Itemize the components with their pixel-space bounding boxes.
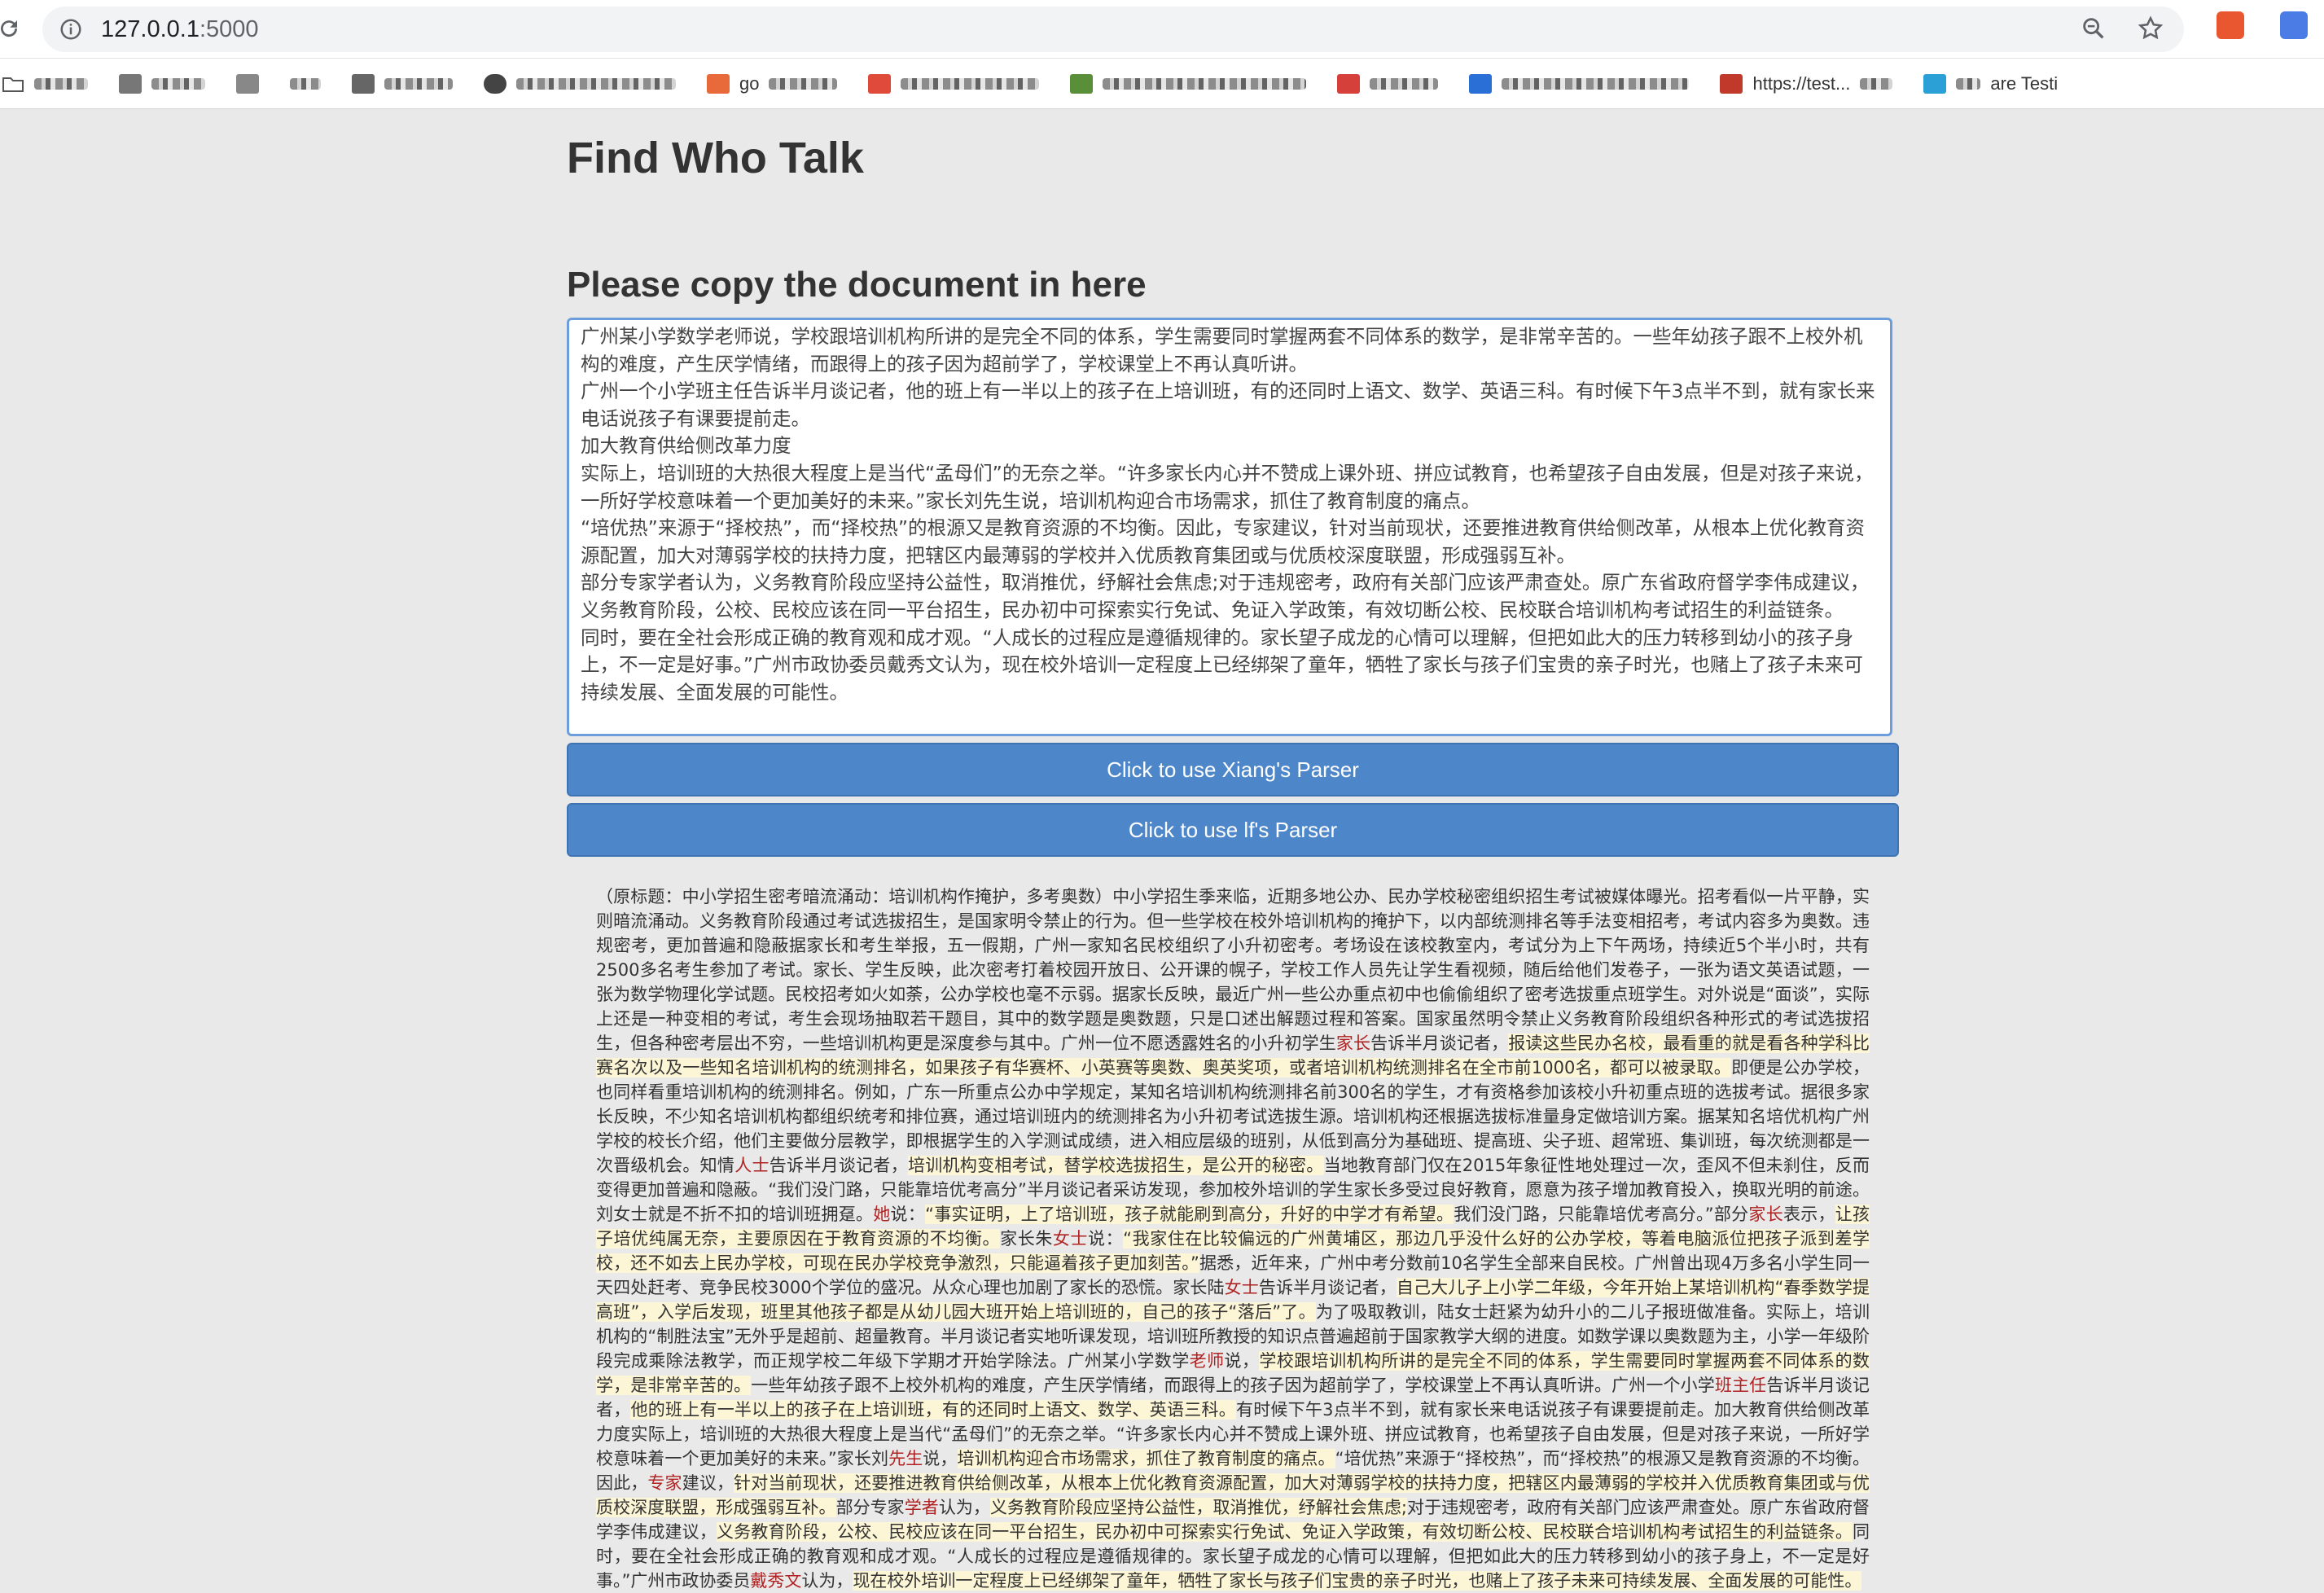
result-text: 说：: [1088, 1229, 1124, 1249]
bookmark-item[interactable]: [290, 68, 321, 100]
extension-shopping-icon[interactable]: [2217, 11, 2244, 39]
bookmarks-bar: go https://test... are Testi: [0, 59, 2324, 109]
info-icon[interactable]: [59, 17, 83, 42]
speaker-label: 老师: [1189, 1351, 1225, 1371]
reload-icon[interactable]: [0, 16, 21, 41]
address-bar[interactable]: 127.0.0.1:5000: [42, 7, 2184, 52]
quote-highlight: 培训机构变相考试，替学校选拔招生，是公开的秘密。: [907, 1156, 1324, 1175]
bookmark-item[interactable]: [1337, 68, 1439, 100]
document-line: 同时，要在全社会形成正确的教育观和成才观。“人成长的过程应是遵循规律的。家长望子…: [581, 625, 1863, 704]
document-line: 广州一个小学班主任告诉半月谈记者，他的班上有一半以上的孩子在上培训班，有的还同时…: [581, 380, 1875, 430]
speaker-label: 人士: [734, 1156, 770, 1175]
speaker-label: 她: [873, 1205, 891, 1224]
result-text: （原标题：中小学招生密考暗流涌动：培训机构作掩护，多考奥数）中小学招生季来临，近…: [596, 887, 1870, 1053]
speaker-label: 先生: [888, 1449, 923, 1468]
result-text: 部分专家: [835, 1498, 905, 1517]
speaker-label: 专家: [647, 1473, 682, 1493]
result-text: 说：: [890, 1205, 926, 1224]
bookmark-item[interactable]: [236, 68, 259, 100]
document-line: 加大教育供给侧改革力度: [581, 434, 791, 458]
speaker-label: 女士: [1052, 1229, 1089, 1249]
document-line: 实际上，培训班的大热很大程度上是当代“孟母们”的无奈之举。“许多家长内心并不赞成…: [581, 461, 1874, 512]
page-title: Find Who Talk: [567, 134, 864, 182]
document-line: 广州某小学数学老师说，学校跟培训机构所讲的是完全不同的体系，学生需要同时掌握两套…: [581, 325, 1863, 375]
page-subtitle: Please copy the document in here: [567, 265, 1147, 305]
result-text: 告诉半月谈记者，: [1258, 1278, 1397, 1297]
speaker-label: 女士: [1224, 1278, 1259, 1297]
extension-translate-icon[interactable]: [2280, 11, 2308, 39]
result-text: 一些年幼孩子跟不上校外机构的难度，产生厌学情绪，而跟得上的孩子因为超前学了，学校…: [751, 1376, 1715, 1395]
result-text: 认为，: [938, 1498, 990, 1517]
bookmark-item[interactable]: are Testi: [1923, 68, 2058, 100]
result-text: 告诉半月谈记者，: [1370, 1033, 1509, 1053]
bookmark-item[interactable]: [1469, 68, 1690, 100]
quote-highlight: 义务教育阶段应坚持公益性，取消推优，纾解社会焦虑;: [989, 1498, 1407, 1517]
main-content: Find Who Talk Please copy the document i…: [567, 111, 1899, 857]
bookmark-folder[interactable]: [2, 68, 88, 100]
url-text[interactable]: 127.0.0.1:5000: [101, 16, 259, 43]
parser-result: （原标题：中小学招生密考暗流涌动：培训机构作掩护，多考奥数）中小学招生季来临，近…: [596, 884, 1870, 1593]
result-text: 表示，: [1782, 1205, 1835, 1224]
speaker-label: 戴秀文: [750, 1571, 802, 1591]
quote-highlight: “事实证明，上了培训班，孩子就能刷到高分，升好的中学才有希望。: [925, 1205, 1454, 1224]
document-line: 部分专家学者认为，义务教育阶段应坚持公益性，取消推优，纾解社会焦虑;对于违规密考…: [581, 571, 1870, 621]
result-text: 告诉半月谈记者，: [769, 1156, 908, 1175]
quote-highlight: 他的班上有一半以上的孩子在上培训班，有的还同时上语文、数学、英语三科。: [630, 1400, 1236, 1420]
speaker-label: 家长: [1335, 1033, 1371, 1053]
bookmark-item[interactable]: [868, 68, 1040, 100]
bookmark-item[interactable]: go: [707, 68, 838, 100]
quote-highlight: 义务教育阶段，公校、民校应该在同一平台招生，民办初中可探索实行免试、免证入学政策…: [716, 1522, 1853, 1542]
result-text: 说，: [1224, 1351, 1260, 1371]
result-text: 家长朱: [1000, 1229, 1053, 1249]
bookmark-item[interactable]: [119, 68, 205, 100]
speaker-label: 学者: [904, 1498, 939, 1517]
quote-highlight: 现在校外培训一定程度上已经绑架了童年，牺牲了家长与孩子们宝贵的亲子时光，也赌上了…: [853, 1571, 1862, 1591]
document-textarea[interactable]: 广州某小学数学老师说，学校跟培训机构所讲的是完全不同的体系，学生需要同时掌握两套…: [567, 318, 1892, 736]
bookmark-star-icon[interactable]: [2137, 15, 2164, 42]
xiang-parser-button[interactable]: Click to use Xiang's Parser: [567, 743, 1899, 796]
zoom-icon[interactable]: [2080, 15, 2107, 42]
result-text: 我们没门路，只能靠培优考高分。”部分: [1454, 1205, 1749, 1224]
bookmark-item[interactable]: https://test...: [1720, 68, 1893, 100]
result-text: 建议，: [682, 1473, 734, 1493]
browser-toolbar: 127.0.0.1:5000: [0, 0, 2324, 59]
speaker-label: 家长: [1748, 1205, 1783, 1224]
folder-icon: [2, 77, 24, 92]
result-text: 认为，: [801, 1571, 853, 1591]
bookmark-item[interactable]: [1070, 68, 1307, 100]
document-line: “培优热”来源于“择校热”，而“择校热”的根源又是教育资源的不均衡。因此，专家建…: [581, 516, 1866, 567]
bookmark-item[interactable]: [352, 68, 453, 100]
lf-parser-button[interactable]: Click to use lf's Parser: [567, 803, 1899, 857]
bookmark-item[interactable]: [484, 68, 676, 100]
speaker-label: 班主任: [1714, 1376, 1767, 1395]
quote-highlight: 培训机构迎合市场需求，抓住了教育制度的痛点。: [957, 1449, 1335, 1468]
result-text: 说，: [923, 1449, 958, 1468]
